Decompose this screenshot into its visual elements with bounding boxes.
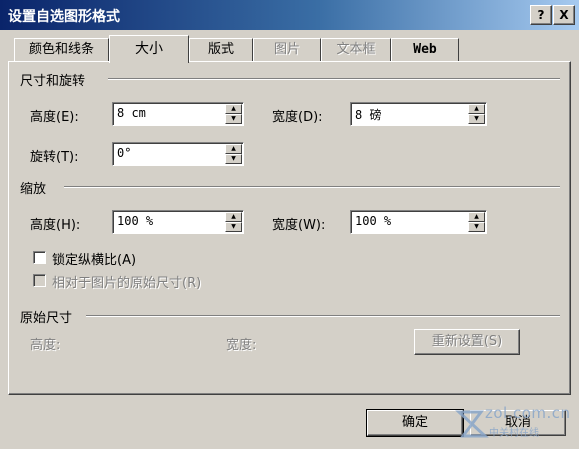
- width-spinner[interactable]: 8 磅 ▲ ▼: [350, 102, 487, 126]
- spin-up-icon[interactable]: ▲: [468, 212, 485, 222]
- tab-colors-lines[interactable]: 颜色和线条: [14, 38, 109, 62]
- scale-width-value: 100 %: [355, 214, 392, 228]
- watermark-site: zol.com.cn: [485, 404, 571, 422]
- height-value: 8 cm: [117, 106, 146, 120]
- separator-scale: [64, 186, 560, 188]
- spin-down-icon[interactable]: ▼: [468, 222, 485, 232]
- spin-down-icon[interactable]: ▼: [225, 154, 242, 164]
- scale-width-label: 宽度(W):: [272, 218, 326, 233]
- close-icon: X: [559, 8, 569, 22]
- help-icon: ?: [537, 8, 545, 22]
- spin-up-icon[interactable]: ▲: [225, 144, 242, 154]
- reset-button[interactable]: 重新设置(S): [414, 329, 520, 355]
- rotation-label: 旋转(T):: [30, 150, 79, 165]
- tab-picture[interactable]: 图片: [253, 38, 321, 62]
- window-title: 设置自选图形格式: [8, 9, 120, 25]
- height-label: 高度(E):: [30, 110, 79, 125]
- scale-height-value: 100 %: [117, 214, 154, 228]
- section-title-scale: 缩放: [20, 178, 51, 197]
- spin-down-icon[interactable]: ▼: [225, 222, 242, 232]
- rotation-spinner[interactable]: 0° ▲ ▼: [112, 142, 244, 166]
- width-label: 宽度(D):: [272, 110, 323, 125]
- original-height-label: 高度:: [30, 338, 61, 353]
- relative-size-label: 相对于图片的原始尺寸(R): [52, 276, 202, 291]
- close-button[interactable]: X: [553, 5, 575, 25]
- lock-aspect-checkbox[interactable]: [33, 251, 46, 264]
- relative-size-checkbox[interactable]: [33, 274, 46, 287]
- spin-up-icon[interactable]: ▲: [468, 104, 485, 114]
- spin-down-icon[interactable]: ▼: [468, 114, 485, 124]
- watermark-sub: 中关村在线: [489, 428, 539, 439]
- spin-down-icon[interactable]: ▼: [225, 114, 242, 124]
- scale-width-spinner[interactable]: 100 % ▲ ▼: [350, 210, 487, 234]
- rotation-value: 0°: [117, 146, 132, 160]
- width-value: 8 磅: [355, 108, 382, 122]
- tab-web[interactable]: Web: [391, 38, 459, 62]
- section-title-size-rotate: 尺寸和旋转: [20, 70, 90, 89]
- original-width-label: 宽度:: [226, 338, 257, 353]
- title-bar: 设置自选图形格式 ? X: [0, 0, 579, 30]
- section-title-original-size: 原始尺寸: [20, 307, 77, 326]
- zol-watermark: zol.com.cn 中关村在线: [455, 402, 577, 446]
- ok-button[interactable]: 确定: [366, 409, 464, 437]
- scale-height-label: 高度(H):: [30, 218, 81, 233]
- scale-height-spinner[interactable]: 100 % ▲ ▼: [112, 210, 244, 234]
- spin-up-icon[interactable]: ▲: [225, 212, 242, 222]
- lock-aspect-label: 锁定纵横比(A): [52, 253, 137, 268]
- tab-size[interactable]: 大小: [109, 35, 189, 63]
- separator-size-rotate: [108, 78, 560, 80]
- tab-layout[interactable]: 版式: [189, 38, 253, 62]
- height-spinner[interactable]: 8 cm ▲ ▼: [112, 102, 244, 126]
- help-button[interactable]: ?: [530, 5, 552, 25]
- separator-original-size: [86, 315, 560, 317]
- tab-textbox[interactable]: 文本框: [321, 38, 391, 62]
- spin-up-icon[interactable]: ▲: [225, 104, 242, 114]
